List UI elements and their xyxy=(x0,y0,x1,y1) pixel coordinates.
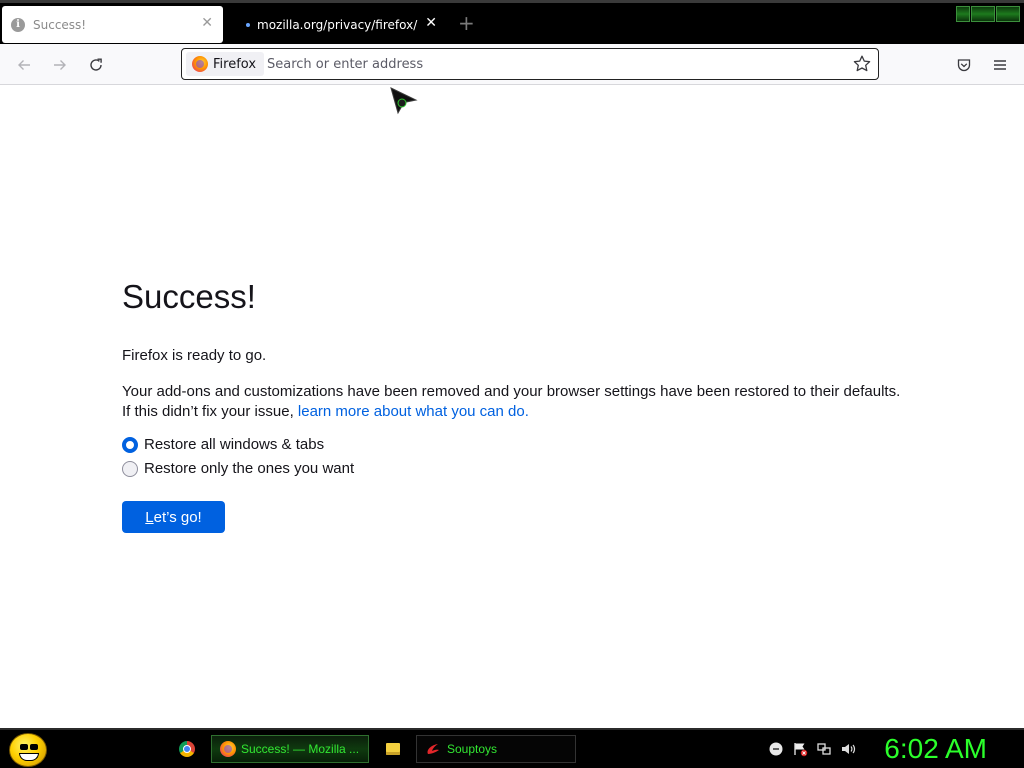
forward-button[interactable] xyxy=(47,52,73,78)
firefox-logo-icon xyxy=(220,741,236,757)
learn-more-link[interactable]: learn more about what you can do. xyxy=(298,403,529,420)
access-key: L xyxy=(145,508,154,526)
identity-box[interactable]: Firefox xyxy=(186,52,265,76)
restore-all-radio[interactable]: Restore all windows & tabs xyxy=(122,436,324,453)
system-tray xyxy=(768,741,856,757)
radio-label: Restore all windows & tabs xyxy=(144,436,325,453)
firefox-logo-icon xyxy=(192,56,208,72)
taskbar-souptoys-task[interactable]: Souptoys xyxy=(416,735,576,763)
volume-icon[interactable] xyxy=(840,741,856,757)
back-arrow-icon xyxy=(18,60,30,70)
close-tab-icon[interactable]: ✕ xyxy=(425,16,437,30)
radio-label: Restore only the ones you want xyxy=(144,460,355,477)
bookmark-star-icon[interactable] xyxy=(852,54,872,74)
forward-arrow-icon xyxy=(54,60,66,70)
minimize-button[interactable] xyxy=(956,6,970,22)
lets-go-button[interactable]: Let’s go! xyxy=(122,501,225,533)
tab-success[interactable]: i Success! ✕ xyxy=(2,6,223,43)
start-button[interactable] xyxy=(9,733,47,767)
smiley-eye-icon xyxy=(30,744,38,750)
reset-description: Your add-ons and customizations have bee… xyxy=(122,382,922,422)
help-prefix-text: If this didn’t fix your issue, xyxy=(122,403,298,420)
description-text: Your add-ons and customizations have bee… xyxy=(122,383,901,400)
window-controls xyxy=(956,6,1020,22)
maximize-button[interactable] xyxy=(971,6,995,22)
taskbar-firefox-task[interactable]: Success! — Mozilla ... xyxy=(211,735,369,763)
reload-icon xyxy=(90,58,102,71)
reload-button[interactable] xyxy=(83,52,109,78)
pocket-icon xyxy=(957,59,971,72)
action-center-flag-icon[interactable] xyxy=(792,741,808,757)
navigation-toolbar: Firefox xyxy=(0,44,1024,85)
address-bar[interactable]: Firefox xyxy=(181,48,879,80)
page-title: Success! xyxy=(122,278,256,315)
restore-some-radio[interactable]: Restore only the ones you want xyxy=(122,460,354,477)
identity-label: Firefox xyxy=(213,56,257,72)
chrome-icon[interactable] xyxy=(179,741,195,757)
souptoys-logo-icon xyxy=(427,744,439,754)
unread-dot-icon xyxy=(246,22,250,27)
close-tab-icon[interactable]: ✕ xyxy=(201,16,213,30)
tab-title: mozilla.org/privacy/firefox/ xyxy=(257,17,418,32)
network-icon[interactable] xyxy=(816,741,832,757)
button-label-rest: et’s go! xyxy=(153,508,202,526)
smiley-mouth-icon xyxy=(19,753,39,761)
tab-strip: i Success! ✕ mozilla.org/privacy/firefox… xyxy=(0,0,1024,44)
new-tab-plus-icon[interactable]: + xyxy=(458,13,475,33)
messenger-icon[interactable] xyxy=(768,741,784,757)
close-window-button[interactable] xyxy=(996,6,1020,22)
tab-title: Success! xyxy=(33,17,87,32)
taskbar-clock[interactable]: 6:02 AM xyxy=(884,733,987,765)
folder-icon[interactable] xyxy=(386,743,400,755)
task-label: Success! — Mozilla ... xyxy=(241,742,360,756)
tab-mozilla-privacy[interactable]: mozilla.org/privacy/firefox/ ✕ xyxy=(232,6,444,43)
radio-selected-indicator xyxy=(122,436,138,453)
ready-text: Firefox is ready to go. xyxy=(122,347,267,364)
app-menu-button[interactable] xyxy=(987,52,1013,78)
page-content: Success! Firefox is ready to go. Your ad… xyxy=(0,85,1024,728)
info-icon: i xyxy=(11,17,25,32)
back-button[interactable] xyxy=(11,52,37,78)
taskbar: Success! — Mozilla ... Souptoys 6:02 AM xyxy=(0,728,1024,768)
url-input[interactable] xyxy=(267,49,837,79)
smiley-eye-icon xyxy=(20,744,28,750)
hamburger-menu-icon xyxy=(994,60,1006,70)
mouse-pointer-icon xyxy=(390,87,418,115)
radio-unselected-indicator xyxy=(122,460,138,477)
pocket-button[interactable] xyxy=(951,52,977,78)
task-label: Souptoys xyxy=(447,742,498,756)
